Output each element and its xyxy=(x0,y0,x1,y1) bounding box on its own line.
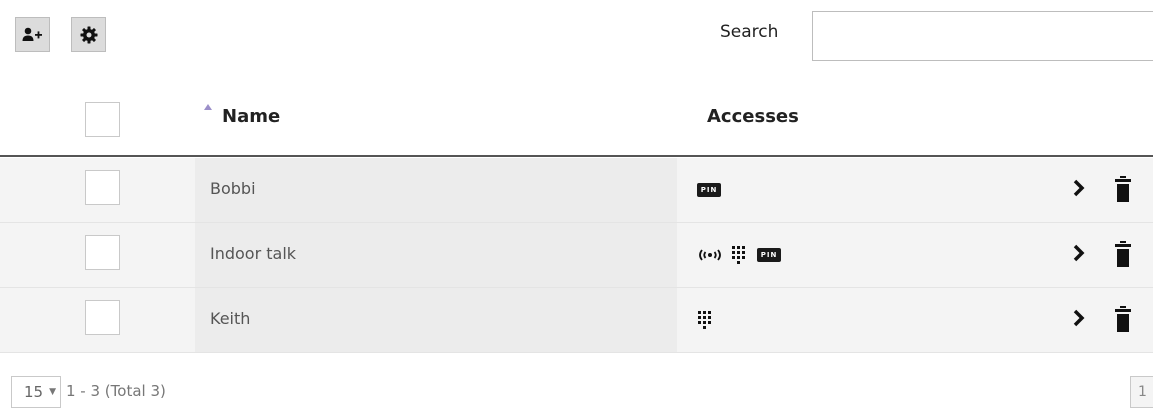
row-name: Bobbi xyxy=(210,179,256,198)
chevron-right-icon[interactable] xyxy=(1073,244,1085,262)
trash-icon[interactable] xyxy=(1115,241,1131,267)
row-name: Keith xyxy=(210,309,251,328)
chevron-right-icon[interactable] xyxy=(1073,179,1085,197)
add-user-icon xyxy=(22,27,42,41)
page-button[interactable]: 1 xyxy=(1130,376,1153,408)
row-name: Indoor talk xyxy=(210,244,297,263)
table-row[interactable]: Keith xyxy=(0,288,1153,353)
chevron-right-icon[interactable] xyxy=(1073,309,1085,327)
keypad-icon xyxy=(732,246,745,264)
trash-icon[interactable] xyxy=(1115,176,1131,202)
pin-icon: PIN xyxy=(697,183,721,197)
caret-down-icon: ▼ xyxy=(49,387,57,397)
gear-icon xyxy=(80,26,97,43)
header-divider xyxy=(0,155,1153,157)
row-checkbox[interactable] xyxy=(85,235,120,270)
search-input[interactable] xyxy=(812,11,1153,61)
trash-icon[interactable] xyxy=(1115,306,1131,332)
row-checkbox[interactable] xyxy=(85,170,120,205)
accesses-cell: PIN xyxy=(697,158,721,222)
name-cell xyxy=(195,158,677,222)
keypad-icon xyxy=(698,311,711,329)
page-size-value: 15 xyxy=(24,383,44,401)
search-label: Search xyxy=(720,22,779,42)
name-cell xyxy=(195,288,677,352)
table-row[interactable]: Bobbi PIN xyxy=(0,158,1153,223)
column-header-name[interactable]: Name xyxy=(222,106,280,127)
sort-ascending-icon[interactable] xyxy=(204,104,212,110)
table-row[interactable]: Indoor talk PIN xyxy=(0,223,1153,288)
add-user-button[interactable] xyxy=(15,17,50,52)
select-all-checkbox[interactable] xyxy=(85,102,120,137)
row-checkbox[interactable] xyxy=(85,300,120,335)
wireless-icon xyxy=(699,249,721,261)
accesses-cell xyxy=(697,288,715,352)
column-header-accesses: Accesses xyxy=(707,106,799,127)
page-size-select[interactable]: 15 ▼ xyxy=(11,376,61,408)
settings-button[interactable] xyxy=(71,17,106,52)
accesses-cell: PIN xyxy=(697,223,781,287)
pin-icon: PIN xyxy=(757,248,781,262)
pagination-summary: 1 - 3 (Total 3) xyxy=(66,382,166,400)
